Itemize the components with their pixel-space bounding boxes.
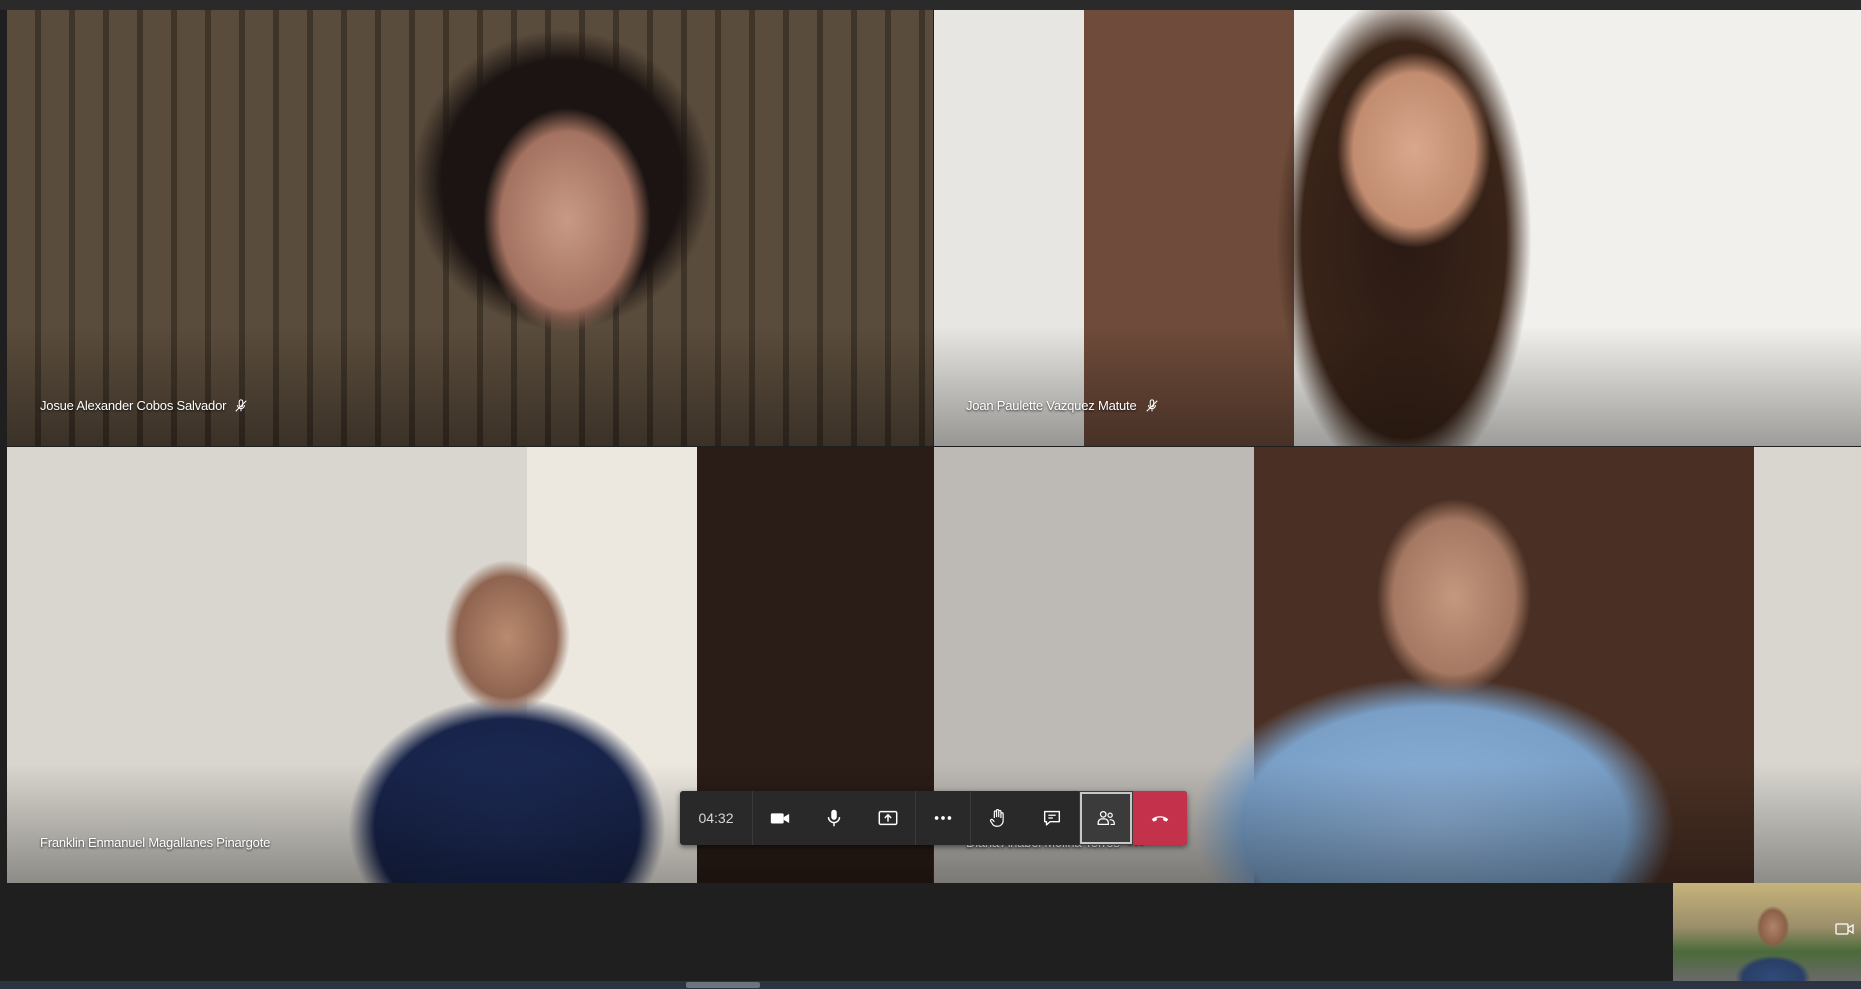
participants-icon xyxy=(1097,810,1115,826)
call-timer: 04:32 xyxy=(680,791,753,845)
scrollbar-thumb[interactable] xyxy=(686,982,760,988)
microphone-toggle-button[interactable] xyxy=(807,791,861,845)
participant-name: Josue Alexander Cobos Salvador xyxy=(40,398,248,413)
participant-video-joan[interactable]: Joan Paulette Vazquez Matute xyxy=(934,10,1861,446)
mic-muted-icon xyxy=(235,398,247,412)
self-view-video[interactable] xyxy=(1673,883,1861,981)
hang-up-icon xyxy=(1151,816,1169,822)
raise-hand-button[interactable] xyxy=(971,791,1025,845)
share-screen-icon xyxy=(878,810,898,826)
participant-name: Franklin Enmanuel Magallanes Pinargote xyxy=(40,835,271,850)
call-controls-bar: 04:32 xyxy=(680,791,1187,845)
participant-name: Joan Paulette Vazquez Matute xyxy=(966,398,1159,413)
more-actions-button[interactable] xyxy=(916,791,971,845)
participant-video-josue[interactable]: Josue Alexander Cobos Salvador xyxy=(7,10,933,446)
microphone-icon xyxy=(827,809,841,827)
mic-muted-icon xyxy=(1145,398,1158,412)
raise-hand-icon xyxy=(989,808,1004,827)
chat-button[interactable] xyxy=(1025,791,1079,845)
bottom-scrollbar[interactable] xyxy=(0,981,1861,989)
camera-toggle-button[interactable] xyxy=(753,791,807,845)
hang-up-button[interactable] xyxy=(1133,791,1187,845)
camera-switch-icon[interactable] xyxy=(1835,921,1855,937)
share-screen-button[interactable] xyxy=(861,791,916,845)
top-bar xyxy=(0,0,1861,10)
participants-button[interactable] xyxy=(1079,791,1133,845)
camera-icon xyxy=(770,813,790,824)
more-actions-icon xyxy=(934,816,952,820)
chat-icon xyxy=(1043,810,1061,826)
